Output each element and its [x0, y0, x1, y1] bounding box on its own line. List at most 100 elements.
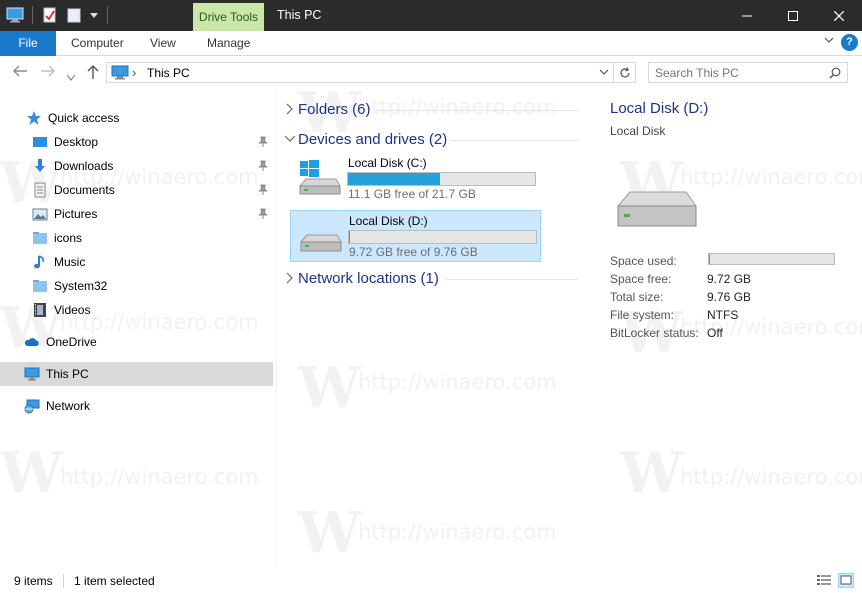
nav-item-label: icons [54, 231, 83, 245]
downloads-icon [35, 159, 45, 172]
minimize-icon [742, 15, 752, 16]
nav-item-system32[interactable]: System32 [0, 274, 273, 298]
drive-tile-c[interactable]: Local Disk (C:) 11.1 GB free of 21.7 GB [290, 153, 541, 205]
watermark-text: http://winaero.com [358, 95, 557, 119]
desktop-icon [33, 137, 47, 147]
videos-icon [34, 303, 46, 317]
nav-item-label: Documents [54, 183, 115, 197]
folder-icon [33, 232, 47, 244]
prop-value: 9.76 GB [707, 290, 752, 304]
this-pc-icon [111, 65, 129, 80]
expand-ribbon-icon[interactable] [824, 35, 834, 48]
search-box[interactable] [648, 62, 848, 83]
group-header-network[interactable]: Network locations (1) [284, 268, 439, 288]
star-icon [27, 111, 41, 125]
breadcrumb-separator[interactable]: › [132, 65, 136, 80]
group-divider [450, 140, 578, 141]
tab-computer[interactable]: Computer [71, 31, 124, 56]
drive-name: Local Disk (C:) [348, 156, 427, 170]
folder-icon [33, 280, 47, 292]
drive-usage-fill [349, 231, 350, 243]
details-subtitle: Local Disk [610, 124, 666, 138]
close-button[interactable] [816, 0, 862, 31]
new-folder-icon[interactable] [65, 7, 83, 23]
maximize-icon [788, 10, 798, 21]
details-title: Local Disk (D:) [610, 100, 709, 117]
drive-tools-context-tab[interactable]: Drive Tools [193, 3, 264, 31]
pin-icon[interactable] [258, 208, 268, 220]
drive-tile-d[interactable]: Local Disk (D:) 9.72 GB free of 9.76 GB [290, 210, 541, 262]
back-button[interactable] [12, 64, 28, 81]
nav-item-network[interactable]: Network [0, 394, 273, 418]
forward-button[interactable] [40, 64, 56, 81]
search-input[interactable] [655, 63, 825, 82]
drive-name: Local Disk (D:) [349, 214, 428, 228]
drive-free-space: 11.1 GB free of 21.7 GB [348, 187, 476, 201]
drive-usage-bar [347, 172, 536, 186]
toolbar-separator [107, 6, 108, 24]
tab-file[interactable]: File [0, 31, 56, 56]
search-icon[interactable] [829, 67, 841, 79]
nav-item-label: OneDrive [46, 335, 97, 349]
tab-view[interactable]: View [150, 31, 176, 56]
properties-icon[interactable] [41, 7, 59, 23]
minimize-button[interactable] [724, 0, 770, 31]
large-icons-view-button[interactable] [838, 573, 854, 588]
pin-icon[interactable] [258, 160, 268, 172]
prop-label: BitLocker status: [610, 326, 699, 340]
up-arrow-icon [87, 65, 99, 79]
customize-toolbar-icon[interactable] [89, 7, 99, 23]
chevron-down-icon [284, 135, 296, 142]
prop-value: Off [707, 326, 723, 340]
nav-item-quick-access[interactable]: Quick access [0, 106, 273, 130]
drive-usage-bar [348, 230, 537, 244]
nav-item-pictures[interactable]: Pictures [0, 202, 273, 226]
pictures-icon [32, 208, 48, 221]
nav-item-label: Music [54, 255, 86, 269]
details-view-button[interactable] [816, 573, 832, 588]
forward-arrow-icon [41, 65, 55, 77]
item-count: 9 items [14, 574, 53, 588]
selection-count: 1 item selected [74, 574, 155, 588]
status-bar: 9 items 1 item selected [0, 570, 862, 593]
pin-icon[interactable] [258, 136, 268, 148]
help-button[interactable]: ? [841, 34, 858, 51]
nav-item-icons[interactable]: icons [0, 226, 273, 250]
prop-label: Space free: [610, 272, 672, 286]
recent-locations-button[interactable] [66, 68, 76, 84]
nav-item-label: Desktop [54, 135, 99, 149]
nav-item-label: Quick access [48, 111, 120, 125]
tab-manage[interactable]: Manage [207, 31, 250, 56]
group-divider [376, 110, 578, 111]
this-pc-icon [24, 367, 40, 381]
details-view-icon [817, 575, 831, 585]
back-arrow-icon [13, 65, 27, 77]
this-pc-icon[interactable] [6, 7, 24, 23]
hard-drive-icon [300, 234, 342, 252]
nav-item-downloads[interactable]: Downloads [0, 154, 273, 178]
large-icons-view-icon [840, 575, 852, 585]
nav-item-documents[interactable]: Documents [0, 178, 273, 202]
documents-icon [34, 182, 46, 198]
nav-item-music[interactable]: Music [0, 250, 273, 274]
breadcrumb-this-pc[interactable]: This PC [147, 66, 190, 80]
group-header-devices[interactable]: Devices and drives (2) [284, 129, 447, 149]
pin-icon[interactable] [258, 184, 268, 196]
group-divider [446, 279, 578, 280]
nav-item-onedrive[interactable]: OneDrive [0, 330, 273, 354]
group-header-folders[interactable]: Folders (6) [284, 99, 371, 119]
chevron-down-icon[interactable] [599, 69, 609, 76]
chevron-down-icon [66, 74, 76, 81]
maximize-button[interactable] [770, 0, 816, 31]
group-label: Network locations (1) [298, 269, 439, 287]
up-button[interactable] [86, 64, 100, 83]
group-label: Folders (6) [298, 100, 371, 118]
refresh-button[interactable] [614, 62, 636, 83]
nav-item-videos[interactable]: Videos [0, 298, 273, 322]
nav-item-desktop[interactable]: Desktop [0, 130, 273, 154]
watermark-text: http://winaero.com [358, 520, 557, 544]
music-icon [34, 255, 44, 269]
nav-item-this-pc[interactable]: This PC [0, 362, 273, 386]
address-bar[interactable]: › This PC [106, 62, 614, 83]
pane-divider[interactable] [276, 88, 277, 565]
